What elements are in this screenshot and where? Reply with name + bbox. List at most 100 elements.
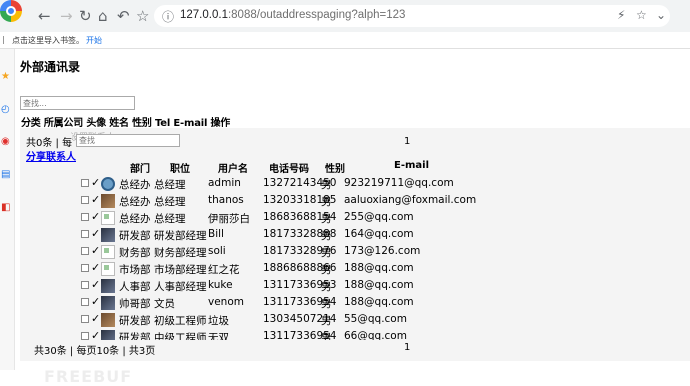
table-row[interactable]: ✓ 人事部 人事部经理 kuke 13117336953 男 188@qq.co… (20, 278, 690, 294)
cell-gender: 男 (321, 298, 332, 310)
avatar (101, 228, 115, 242)
table-row[interactable]: ✓ 帅哥部 文员 venom 13117336954 男 188@qq.com (20, 295, 690, 311)
favorite-icon[interactable]: ☆ (636, 8, 647, 22)
column-header-phone: 电话号码 (269, 164, 309, 175)
forward-icon[interactable]: → (60, 8, 73, 24)
undo-icon[interactable]: ↶ (117, 8, 130, 24)
cell-position: 财务部经理 (154, 247, 207, 259)
panel-count-text: 共0条 | 每 (26, 134, 73, 149)
row-checkbox[interactable] (81, 264, 89, 272)
page-content: 外部通讯录 分类 所属公司 头像 姓名 性别 Tel E-mail 操作 设置联… (14, 49, 690, 386)
row-checkbox[interactable] (81, 315, 89, 323)
row-checkbox[interactable] (81, 213, 89, 221)
cell-gender: 男 (321, 230, 332, 242)
avatar (101, 279, 115, 293)
home-icon[interactable]: ⌂ (98, 8, 108, 24)
star-icon[interactable]: ★ (1, 71, 10, 82)
bookmark-star-icon[interactable]: ☆ (136, 8, 149, 24)
table-row[interactable]: ✓ 市场部 市场部经理 红之花 18868688866 男 188@qq.com (20, 261, 690, 277)
clock-icon[interactable]: ◴ (1, 104, 10, 115)
cell-email: 173@126.com (344, 245, 421, 257)
row-checkbox[interactable] (81, 298, 89, 306)
bookmark-import-hint: 点击这里导入书签。 (12, 36, 84, 45)
checkmark-icon: ✓ (91, 278, 101, 291)
column-header-gender: 性别 (325, 164, 345, 175)
cell-gender: 男 (321, 281, 332, 293)
table-row[interactable]: ✓ 总经办 总经理 admin 13272143450 男 923219711@… (20, 176, 690, 192)
reload-icon[interactable]: ↻ (79, 8, 92, 24)
table-header-row: 分类 所属公司 头像 姓名 性别 Tel E-mail 操作 (21, 118, 231, 129)
checkmark-icon: ✓ (91, 244, 101, 257)
page-title: 外部通讯录 (20, 60, 81, 74)
panel-search-input[interactable] (76, 134, 180, 147)
column-header-dept: 部门 (130, 164, 150, 175)
cell-dept: 总经办 (119, 196, 151, 208)
bookmark-start-link[interactable]: 开始 (86, 35, 102, 46)
table-row[interactable]: ✓ 总经办 总经理 伊丽莎白 18683688154 男 255@qq.com (20, 210, 690, 226)
cell-dept: 总经办 (119, 213, 151, 225)
avatar (101, 313, 115, 327)
cell-email: 188@qq.com (344, 296, 414, 308)
search-input[interactable] (20, 96, 135, 110)
row-checkbox[interactable] (81, 332, 89, 340)
cell-gender: 男 (321, 264, 332, 276)
cell-username: kuke (208, 279, 233, 291)
avatar (101, 262, 115, 276)
row-checkbox[interactable] (81, 179, 89, 187)
back-icon[interactable]: ← (38, 8, 51, 24)
cell-dept: 市场部 (119, 264, 151, 276)
cell-username: Bill (208, 228, 224, 240)
row-checkbox[interactable] (81, 247, 89, 255)
table-row[interactable]: ✓ 总经办 总经理 thanos 13203318185 男 aaluoxian… (20, 193, 690, 209)
cell-email: 188@qq.com (344, 262, 414, 274)
row-checkbox[interactable] (81, 281, 89, 289)
cell-gender: 男 (321, 213, 332, 225)
browser-logo-icon (0, 0, 22, 22)
weibo-icon[interactable]: ◉ (1, 136, 10, 147)
red-app-icon[interactable]: ◧ (1, 202, 10, 213)
cell-email: 55@qq.com (344, 313, 407, 325)
cell-email: 923219711@qq.com (344, 177, 454, 189)
lightning-icon[interactable]: ⚡ (617, 8, 625, 22)
row-checkbox[interactable] (81, 196, 89, 204)
panel-page-number[interactable]: 1 (404, 136, 410, 147)
cell-username: 垃圾 (208, 315, 229, 327)
pagination-page-number[interactable]: 1 (404, 342, 410, 353)
share-contacts-link[interactable]: 分享联系人 (26, 148, 76, 163)
avatar (101, 177, 115, 191)
browser-toolbar: ← → ↻ ⌂ ↶ ☆ ⓘ 127.0.0.1:8088/outaddressp… (0, 0, 690, 32)
table-row[interactable]: ✓ 研发部 初级工程师 垃圾 13034507214 男 55@qq.com (20, 312, 690, 328)
cell-gender: 男 (321, 247, 332, 259)
cell-username: soli (208, 245, 226, 257)
table-row[interactable]: ✓ 财务部 财务部经理 soli 18173328976 男 173@126.c… (20, 244, 690, 260)
column-header-username: 用户名 (218, 164, 248, 175)
chevron-down-icon[interactable]: ⌄ (656, 8, 666, 22)
cell-position: 初级工程师 (154, 315, 207, 327)
address-text[interactable]: 127.0.0.1:8088/outaddresspaging?alph=123 (180, 9, 405, 21)
site-info-icon[interactable]: ⓘ (162, 8, 174, 25)
checkmark-icon: ✓ (91, 193, 101, 206)
table-row[interactable]: ✓ 研发部 研发部经理 Bill 18173328888 男 164@qq.co… (20, 227, 690, 243)
cell-username: admin (208, 177, 241, 189)
avatar (101, 211, 115, 225)
cell-username: 红之花 (208, 264, 240, 276)
checkmark-icon: ✓ (91, 295, 101, 308)
cell-dept: 帅哥部 (119, 298, 151, 310)
column-header-position: 职位 (170, 164, 190, 175)
cell-position: 研发部经理 (154, 230, 207, 242)
cell-dept: 总经办 (119, 179, 151, 191)
cell-email: 164@qq.com (344, 228, 414, 240)
cell-username: 伊丽莎白 (208, 213, 250, 225)
cell-position: 人事部经理 (154, 281, 207, 293)
cell-username: venom (208, 296, 244, 308)
row-checkbox[interactable] (81, 230, 89, 238)
cell-email: 255@qq.com (344, 211, 414, 223)
cell-position: 总经理 (154, 213, 186, 225)
document-icon[interactable]: ▤ (1, 169, 10, 180)
address-bar[interactable]: ⓘ 127.0.0.1:8088/outaddresspaging?alph=1… (154, 5, 670, 27)
bookmarks-separator: | (2, 35, 5, 44)
contacts-panel: 设置联系人 共0条 | 每 1 分享联系人 部门 职位 用户名 电话号码 性别 … (20, 128, 690, 361)
bookmarks-bar: | 点击这里导入书签。 开始 (0, 32, 690, 49)
avatar (101, 296, 115, 310)
checkmark-icon: ✓ (91, 312, 101, 325)
